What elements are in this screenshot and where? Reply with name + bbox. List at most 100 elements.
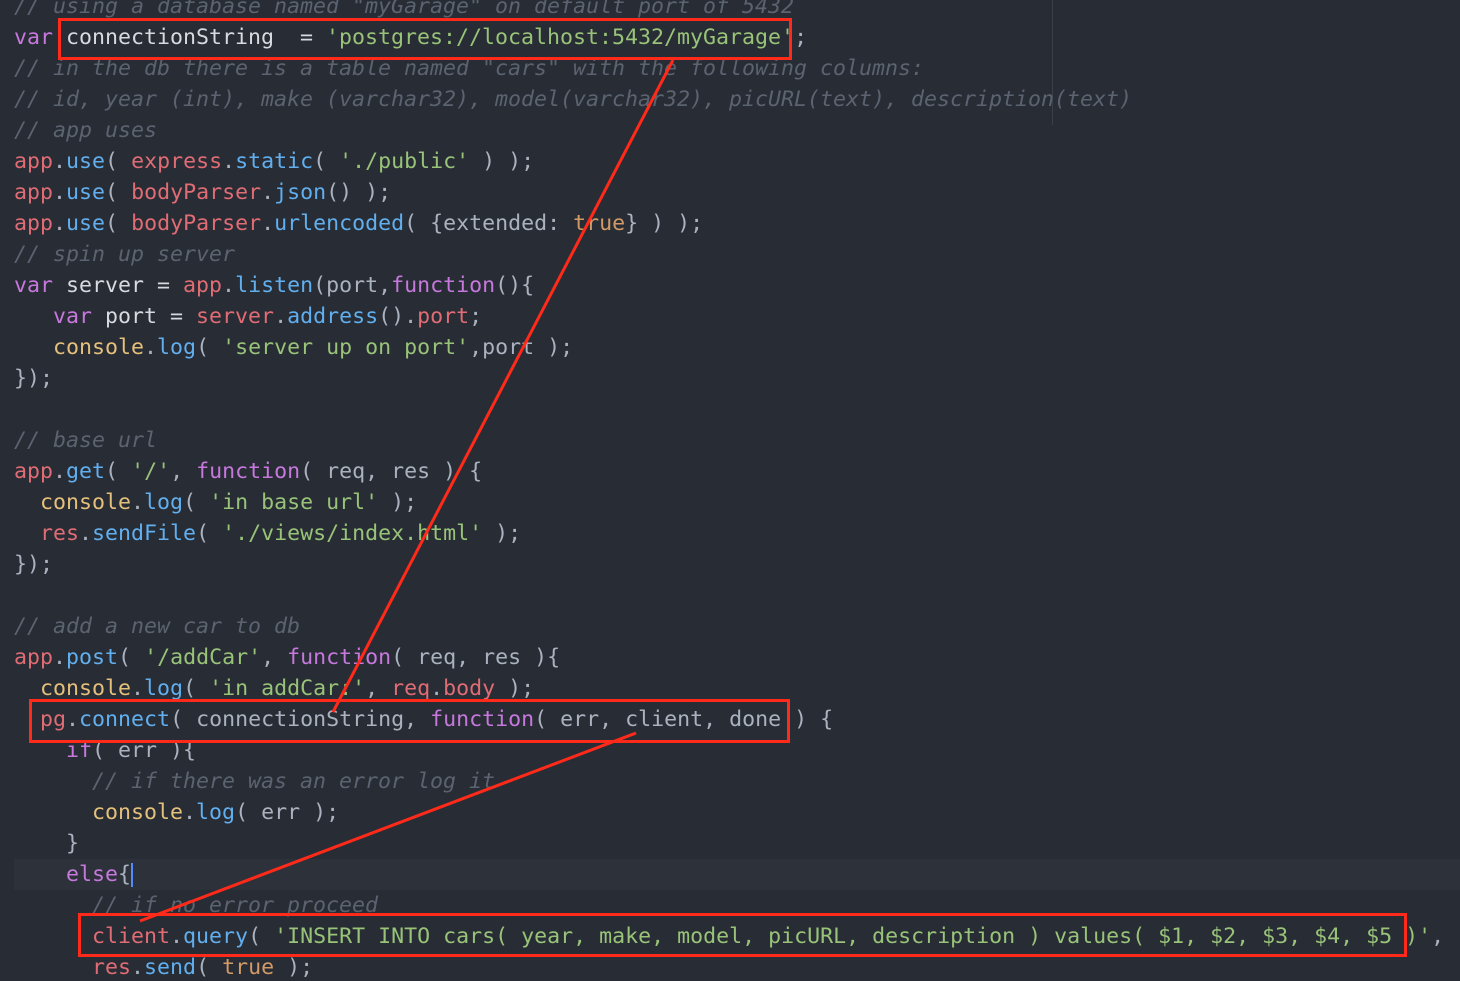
code-token-punct: );	[495, 676, 535, 701]
code-line[interactable]: app.get( '/', function( req, res ) {	[14, 456, 482, 487]
code-token-punct: ,	[365, 676, 392, 701]
code-token-comment: // using a database named "myGarage" on …	[14, 0, 795, 19]
code-line[interactable]: // app uses	[14, 115, 157, 146]
code-token-punct: ( err );	[235, 800, 340, 825]
code-editor[interactable]: // using a database named "myGarage" on …	[0, 0, 1460, 981]
code-token-comment: // if there was an error log it	[92, 769, 496, 794]
code-token-punct: (	[196, 955, 223, 980]
code-token-punct: });	[14, 552, 54, 577]
code-token-punct: ;	[469, 304, 483, 329]
code-token-ident: app	[183, 273, 223, 298]
code-token-punct: ,	[261, 645, 288, 670]
code-token-keyword: function	[287, 645, 392, 670]
code-line[interactable]: app.post( '/addCar', function( req, res …	[14, 642, 560, 673]
code-token-ident: body	[443, 676, 496, 701]
code-line[interactable]: // spin up server	[14, 239, 235, 270]
code-token-punct: .	[53, 645, 67, 670]
code-token-string: '/'	[131, 459, 171, 484]
code-token-punct: .	[53, 149, 67, 174]
code-token-punct: .	[53, 180, 67, 205]
code-token-punct: ( err, client, done ) {	[534, 707, 834, 732]
code-line[interactable]: }	[14, 828, 79, 859]
code-line[interactable]: // id, year (int), make (varchar32), mod…	[14, 84, 1132, 115]
code-token-comment: // base url	[14, 428, 158, 453]
code-line[interactable]: });	[14, 549, 53, 580]
code-token-punct: }	[66, 831, 80, 856]
code-token-func: use	[66, 211, 106, 236]
code-line[interactable]: res.send( true );	[14, 952, 313, 981]
current-line-highlight	[14, 859, 1460, 890]
code-token-punct: (	[105, 180, 132, 205]
code-token-func: address	[287, 304, 379, 329]
code-token-func: log	[157, 335, 197, 360]
code-token-punct: (	[118, 645, 145, 670]
code-token-number: true	[222, 955, 275, 980]
code-token-ident: client	[92, 924, 171, 949]
code-token-punct: (){	[495, 273, 535, 298]
code-line[interactable]: app.use( bodyParser.json() );	[14, 177, 391, 208]
code-token-punct: (	[248, 924, 275, 949]
code-line[interactable]: var port = server.address().port;	[14, 301, 482, 332]
code-token-punct: });	[14, 366, 54, 391]
code-token-punct: (	[105, 211, 132, 236]
code-line[interactable]: var connectionString = 'postgres://local…	[14, 22, 807, 53]
code-line[interactable]: // if there was an error log it	[14, 766, 495, 797]
code-token-func: query	[183, 924, 249, 949]
code-token-keyword: var	[14, 25, 54, 50]
code-token-punct: (	[105, 149, 132, 174]
code-token-ident: req	[391, 676, 431, 701]
code-line[interactable]: // if no error proceed	[14, 890, 378, 921]
code-token-punct: .	[261, 180, 275, 205]
code-token-punct: ,port );	[469, 335, 574, 360]
code-token-func: listen	[235, 273, 314, 298]
code-line[interactable]: app.use( bodyParser.urlencoded( {extende…	[14, 208, 703, 239]
code-token-ident: express	[131, 149, 223, 174]
code-token-comment: // if no error proceed	[92, 893, 379, 918]
code-token-builtin: console	[40, 490, 132, 515]
code-line[interactable]: if( err ){	[14, 735, 196, 766]
code-token-ident: bodyParser	[131, 180, 262, 205]
code-token-keyword: function	[391, 273, 496, 298]
code-token-punct: } ) );	[625, 211, 704, 236]
code-token-keyword: var	[14, 273, 54, 298]
code-token-punct: ,	[170, 459, 197, 484]
code-token-ident: app	[14, 211, 54, 236]
code-token-punct: .	[79, 521, 93, 546]
code-line[interactable]: app.use( express.static( './public' ) );	[14, 146, 534, 177]
code-token-ident: app	[14, 459, 54, 484]
code-token-func: connect	[79, 707, 171, 732]
code-line[interactable]: // base url	[14, 425, 157, 456]
code-token-number: true	[573, 211, 626, 236]
code-token-punct: .	[66, 707, 80, 732]
code-line[interactable]: // add a new car to db	[14, 611, 300, 642]
code-token-punct: ( {extended:	[404, 211, 574, 236]
code-token-punct: );	[378, 490, 418, 515]
code-token-keyword: function	[196, 459, 301, 484]
code-line[interactable]: // in the db there is a table named "car…	[14, 53, 924, 84]
code-token-string: '/addCar'	[144, 645, 262, 670]
code-line[interactable]: client.query( 'INSERT INTO cars( year, m…	[14, 921, 1460, 952]
code-line[interactable]: console.log( err );	[14, 797, 339, 828]
code-line[interactable]: console.log( 'in base url' );	[14, 487, 417, 518]
code-line[interactable]: else{	[14, 859, 134, 890]
code-line[interactable]: var server = app.listen(port,function(){	[14, 270, 534, 301]
code-line[interactable]: pg.connect( connectionString, function( …	[14, 704, 833, 735]
code-line[interactable]: console.log( 'in addCar:', req.body );	[14, 673, 534, 704]
code-line[interactable]: console.log( 'server up on port',port );	[14, 332, 573, 363]
code-token-comment: // add a new car to db	[14, 614, 301, 639]
code-token-func: get	[66, 459, 106, 484]
code-line[interactable]: res.sendFile( './views/index.html' );	[14, 518, 521, 549]
code-line[interactable]: });	[14, 363, 53, 394]
code-line[interactable]: // using a database named "myGarage" on …	[14, 0, 794, 22]
code-token-keyword: var	[53, 304, 93, 329]
code-token-builtin: console	[53, 335, 145, 360]
code-token-punct: .	[53, 211, 67, 236]
code-token-func: log	[196, 800, 236, 825]
